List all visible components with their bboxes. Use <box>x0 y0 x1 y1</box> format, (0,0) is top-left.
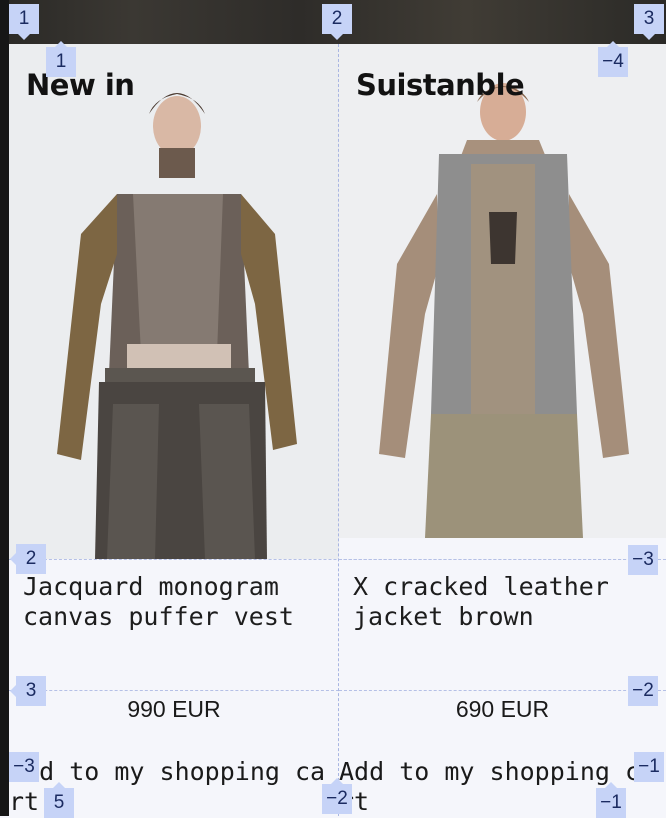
left-edge-bar <box>0 0 9 816</box>
marker-top-right: 3 <box>634 4 664 40</box>
product-card-2[interactable]: Suistanble X cracked leather jacket brow… <box>339 44 666 816</box>
marker-left-col-4: −3 <box>9 752 39 782</box>
marker-right-col-4: −1 <box>634 752 664 782</box>
column-divider-guide <box>338 44 339 816</box>
product-photo-2[interactable] <box>339 44 666 538</box>
product-photo-1[interactable] <box>9 44 339 559</box>
product-card-1[interactable]: New in Jacquard monogram canvas puffer v… <box>9 44 666 816</box>
marker-top-left: 1 <box>9 4 39 40</box>
marker-left-col-5: 5 <box>44 782 74 818</box>
name-bottom-guide-2 <box>339 690 666 691</box>
product-name-2[interactable]: X cracked leather jacket brown <box>353 572 663 632</box>
category-label-new-in[interactable]: New in <box>26 68 135 102</box>
marker-right-col-5: −1 <box>596 782 626 818</box>
marker-left-col-2: 2 <box>10 544 46 574</box>
product-price-1: 990 EUR <box>127 696 221 722</box>
product-name-1[interactable]: Jacquard monogram canvas puffer vest <box>23 572 333 632</box>
model-in-checkered-puffer-vest-image <box>339 44 666 538</box>
marker-top-center: 2 <box>322 4 352 40</box>
photo-bottom-guide-2 <box>339 559 666 560</box>
marker-left-col-1: 1 <box>46 41 76 77</box>
name-bottom-guide-1 <box>9 690 339 691</box>
marker-right-col-3: −2 <box>628 676 658 706</box>
model-in-leather-jacket-image <box>9 44 339 559</box>
marker-left-col-3: 3 <box>10 676 46 706</box>
product-price-2: 690 EUR <box>455 696 550 722</box>
marker-center-bottom: −2 <box>322 778 352 814</box>
product-grid: New in Jacquard monogram canvas puffer v… <box>9 44 666 816</box>
category-label-suistanble[interactable]: Suistanble <box>356 68 525 102</box>
marker-right-col-1: −4 <box>598 41 628 77</box>
marker-right-col-2: −3 <box>628 545 658 575</box>
